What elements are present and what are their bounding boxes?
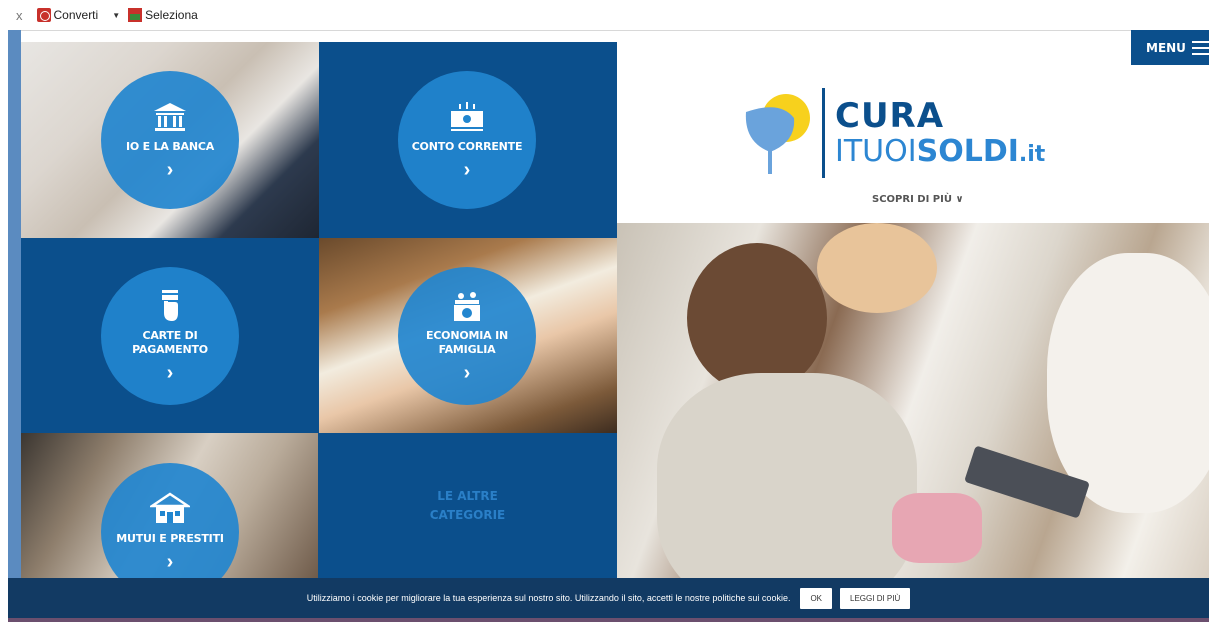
tile-conto-corrente: CONTO CORRENTE ›	[319, 42, 617, 238]
chevron-right-icon: ›	[166, 551, 174, 573]
pdf-icon	[36, 8, 51, 22]
hero-photo-detail	[1047, 253, 1209, 513]
other-categories-label: LE ALTRE CATEGORIE	[429, 489, 506, 522]
chevron-right-icon: ›	[166, 159, 174, 181]
category-economia-in-famiglia-button[interactable]: ECONOMIA IN FAMIGLIA ›	[398, 267, 536, 405]
logo-text-it: .it	[1018, 142, 1046, 167]
chevron-down-icon: ∨	[955, 194, 964, 205]
logo-icon	[745, 94, 810, 174]
logo-text-ituoi: ITUOI	[835, 134, 917, 169]
hero-photo-detail	[892, 493, 982, 563]
cookie-banner: Utilizziamo i cookie per migliorare la t…	[8, 578, 1209, 618]
tile-mutui-e-prestiti: MUTUI E PRESTITI ›	[21, 433, 319, 579]
category-label: ECONOMIA IN FAMIGLIA	[426, 329, 508, 356]
hero-photo-detail	[817, 223, 937, 313]
menu-button[interactable]: MENU	[1131, 30, 1209, 65]
chevron-right-icon: ›	[463, 362, 471, 384]
category-conto-corrente-button[interactable]: CONTO CORRENTE ›	[398, 71, 536, 209]
tile-carte-di-pagamento: CARTE DI PAGAMENTO ›	[21, 238, 319, 434]
page-divider	[8, 30, 1209, 31]
hero-family-photo	[617, 223, 1209, 579]
category-label: IO E LA BANCA	[125, 140, 215, 153]
category-io-e-la-banca-button[interactable]: IO E LA BANCA ›	[101, 71, 239, 209]
discover-more-label: SCOPRI DI PIÙ	[872, 194, 952, 205]
category-carte-di-pagamento-button[interactable]: CARTE DI PAGAMENTO ›	[101, 267, 239, 405]
other-categories-link[interactable]: LE ALTRE CATEGORIE	[318, 433, 617, 579]
bank-icon	[150, 100, 190, 134]
logo-text-soldi: SOLDI	[916, 134, 1019, 169]
tile-economia-in-famiglia: ECONOMIA IN FAMIGLIA ›	[319, 238, 617, 433]
logo-divider	[822, 88, 825, 178]
category-label: CONTO CORRENTE	[411, 140, 523, 153]
chevron-right-icon: ›	[166, 362, 174, 384]
banknote-icon	[447, 100, 487, 134]
house-icon	[150, 492, 190, 526]
select-icon	[128, 8, 143, 22]
discover-more-link[interactable]: SCOPRI DI PIÙ ∨	[872, 194, 964, 205]
convert-button[interactable]: Converti	[36, 8, 99, 22]
page-left-edge	[8, 30, 21, 622]
select-button[interactable]: Seleziona	[128, 8, 198, 22]
logo-line-2: ITUOISOLDI.it	[835, 134, 1045, 169]
category-mutui-e-prestiti-button[interactable]: MUTUI E PRESTITI ›	[101, 463, 239, 579]
convert-label: Converti	[53, 8, 99, 22]
family-savings-icon	[447, 289, 487, 323]
close-icon[interactable]: x	[16, 8, 23, 23]
menu-label: MENU	[1146, 40, 1186, 55]
logo-panel: CURA ITUOISOLDI.it SCOPRI DI PIÙ ∨	[617, 42, 1209, 223]
hero-photo-detail	[657, 373, 917, 579]
tile-io-e-la-banca: IO E LA BANCA ›	[21, 42, 319, 238]
category-label: CARTE DI PAGAMENTO	[132, 329, 208, 356]
select-label: Seleziona	[145, 8, 198, 22]
category-label: MUTUI E PRESTITI	[116, 532, 224, 545]
cookie-message: Utilizziamo i cookie per migliorare la t…	[306, 593, 791, 603]
chevron-down-icon[interactable]: ▼	[112, 11, 120, 20]
chevron-right-icon: ›	[463, 159, 471, 181]
page-bottom-strip	[8, 618, 1209, 622]
cookie-read-more-button[interactable]: LEGGI DI PIÙ	[840, 587, 911, 609]
logo-line-1: CURA	[835, 96, 945, 136]
cookie-ok-button[interactable]: OK	[800, 587, 833, 609]
browser-toolbar: x Converti ▼ Seleziona	[0, 0, 1209, 30]
card-hand-icon	[150, 289, 190, 323]
hero-photo-detail	[687, 243, 827, 393]
hamburger-icon	[1191, 40, 1209, 55]
